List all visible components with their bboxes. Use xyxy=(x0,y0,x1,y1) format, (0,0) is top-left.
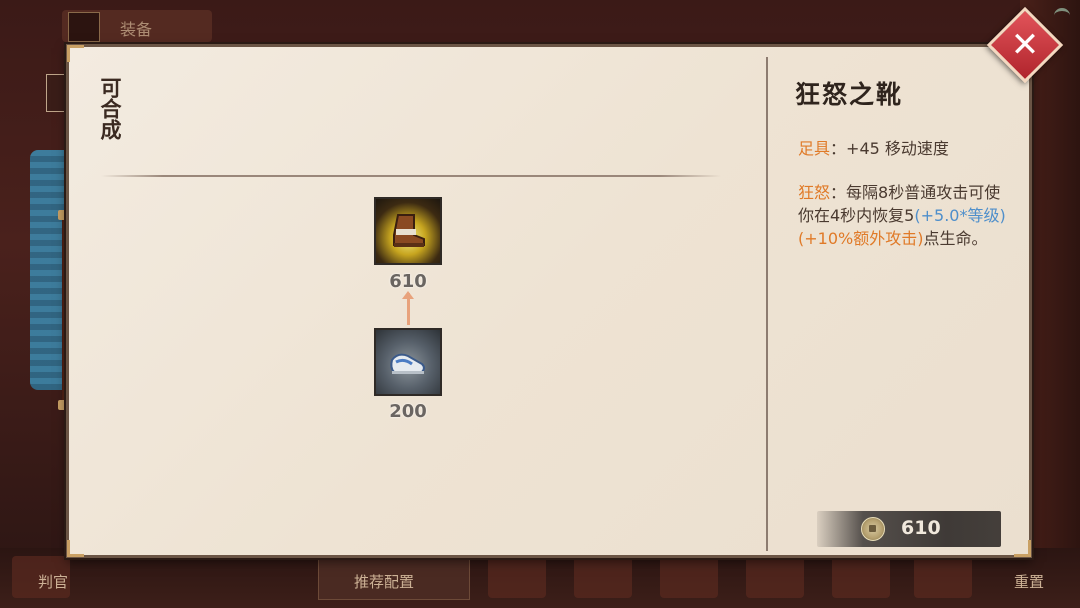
total-price-bar: 610 xyxy=(817,511,1001,547)
component-item-price: 200 xyxy=(389,401,427,422)
background-item-slot xyxy=(914,556,972,598)
stat-value: +45 移动速度 xyxy=(846,139,949,158)
component-item-slot[interactable] xyxy=(374,328,442,396)
coin-icon xyxy=(861,517,885,541)
boots-icon xyxy=(393,214,425,247)
result-item-slot[interactable] xyxy=(374,197,442,265)
passive-key: 狂怒 xyxy=(798,183,831,202)
background-item-slot xyxy=(832,556,890,598)
stat-separator: ： xyxy=(830,139,847,158)
passive-level-scaling: (+5.0*等级) xyxy=(914,206,1006,225)
passive-attack-scaling: (+10%额外攻击) xyxy=(798,229,924,248)
wifi-icon xyxy=(1054,8,1070,23)
item-name: 狂怒之靴 xyxy=(795,80,904,109)
passive-separator: ： xyxy=(830,183,847,202)
stat-key: 足具 xyxy=(798,139,831,158)
section-title: 可合成 xyxy=(98,77,122,140)
panel-corner xyxy=(67,540,84,557)
upgrade-arrow xyxy=(407,293,410,325)
background-item-slot xyxy=(574,556,632,598)
section-divider xyxy=(101,175,721,177)
background-item-slot xyxy=(746,556,804,598)
item-passive-description: 狂怒：每隔8秒普通攻击可使你在4秒内恢复5(+5.0*等级)(+10%额外攻击)… xyxy=(798,181,1008,250)
background-top-tab-label: 装备 xyxy=(120,20,153,39)
result-item-price: 610 xyxy=(389,271,427,292)
shoes-icon xyxy=(390,353,425,374)
panel-corner xyxy=(1014,540,1031,557)
background-item-slot xyxy=(488,556,546,598)
panel-vertical-divider xyxy=(766,57,768,551)
background-recommend-label: 推荐配置 xyxy=(354,573,415,591)
panel-corner xyxy=(67,45,84,62)
background-top-tab-icon xyxy=(68,12,100,42)
total-price: 610 xyxy=(901,517,941,539)
background-hero-label: 判官 xyxy=(38,573,69,591)
background-reset-label: 重置 xyxy=(1014,573,1045,591)
item-stat-line: 足具：+45 移动速度 xyxy=(798,135,949,159)
background-item-slot xyxy=(660,556,718,598)
item-detail-panel: 可合成 610 200 狂怒之靴 足具：+45 移动速度 狂怒：每隔8秒普通攻击… xyxy=(66,44,1032,558)
passive-text-end: 点生命。 xyxy=(923,229,988,248)
